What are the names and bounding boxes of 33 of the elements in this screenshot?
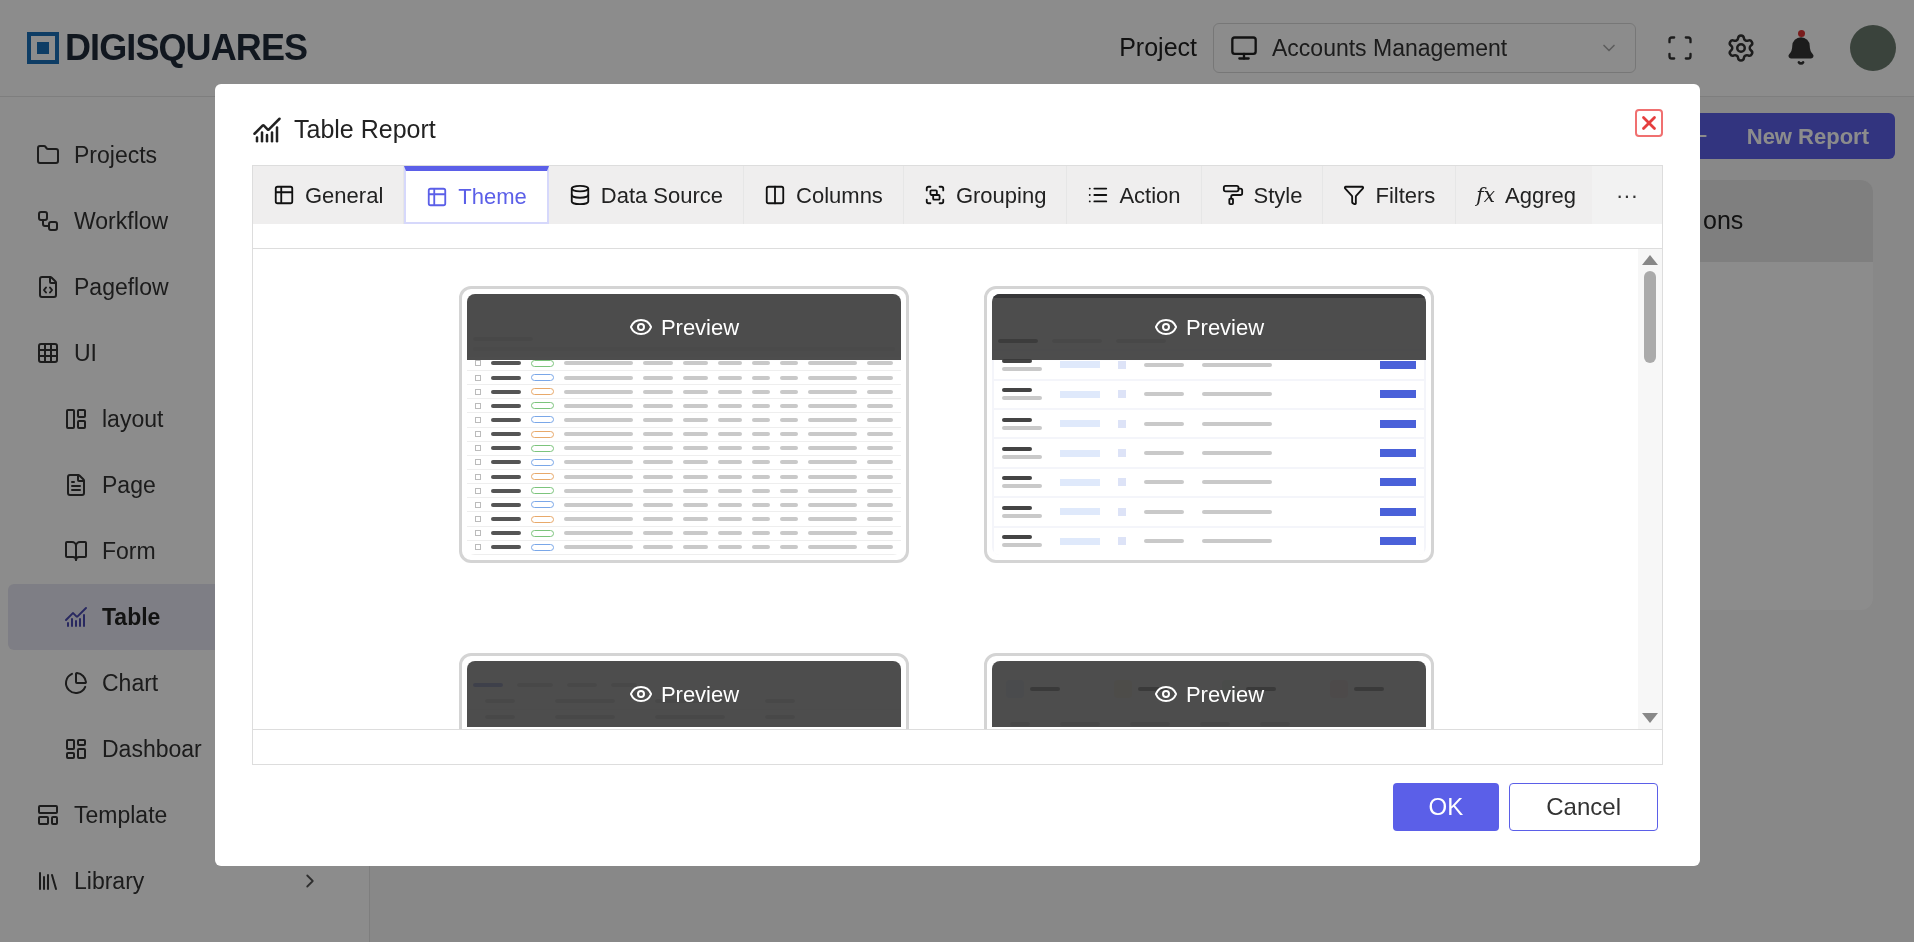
more-tabs-button[interactable]: ··· (1592, 166, 1662, 224)
sidebar-item[interactable]: Chart (8, 650, 361, 716)
preview-banner[interactable]: Preview (992, 294, 1426, 360)
tab[interactable]: Data Source (548, 166, 745, 224)
modal-title: Table Report (294, 113, 436, 145)
theme-card[interactable]: Preview (459, 653, 909, 729)
theme-card[interactable]: Preview (984, 286, 1434, 563)
tab[interactable]: Columns (744, 166, 904, 224)
preview-banner[interactable]: Preview (467, 661, 901, 727)
tab[interactable]: Grouping (903, 166, 1068, 224)
project-select[interactable]: Accounts Management (1213, 23, 1636, 73)
sidebar-item[interactable]: Template (8, 782, 361, 848)
ok-button[interactable]: OK (1392, 783, 1500, 831)
preview-banner[interactable]: Preview (467, 294, 901, 360)
tab[interactable]: Style (1201, 166, 1324, 224)
tab[interactable]: Action (1067, 166, 1202, 224)
sidebar-item[interactable]: Form (8, 518, 361, 584)
sidebar-item[interactable]: Dashboar (8, 716, 361, 782)
preview-banner[interactable]: Preview (992, 661, 1426, 727)
cancel-button[interactable]: Cancel (1509, 783, 1658, 831)
sidebar-item[interactable]: UI (8, 320, 361, 386)
card-heading: ons (1703, 205, 1744, 237)
theme-card[interactable]: Preview (984, 653, 1434, 729)
project-label: Project (1119, 32, 1197, 64)
sidebar-item[interactable]: Page (8, 452, 361, 518)
tab[interactable]: Filters (1323, 166, 1457, 224)
sidebar-item[interactable]: layout (8, 386, 361, 452)
sidebar-item[interactable]: Pageflow (8, 254, 361, 320)
tab[interactable]: Theme (404, 166, 549, 224)
logo-text: DIGISQUARES (65, 26, 308, 70)
formula-icon: fx (1476, 180, 1496, 210)
theme-card[interactable]: Preview (459, 286, 909, 563)
sidebar-item[interactable]: Library (8, 848, 361, 914)
